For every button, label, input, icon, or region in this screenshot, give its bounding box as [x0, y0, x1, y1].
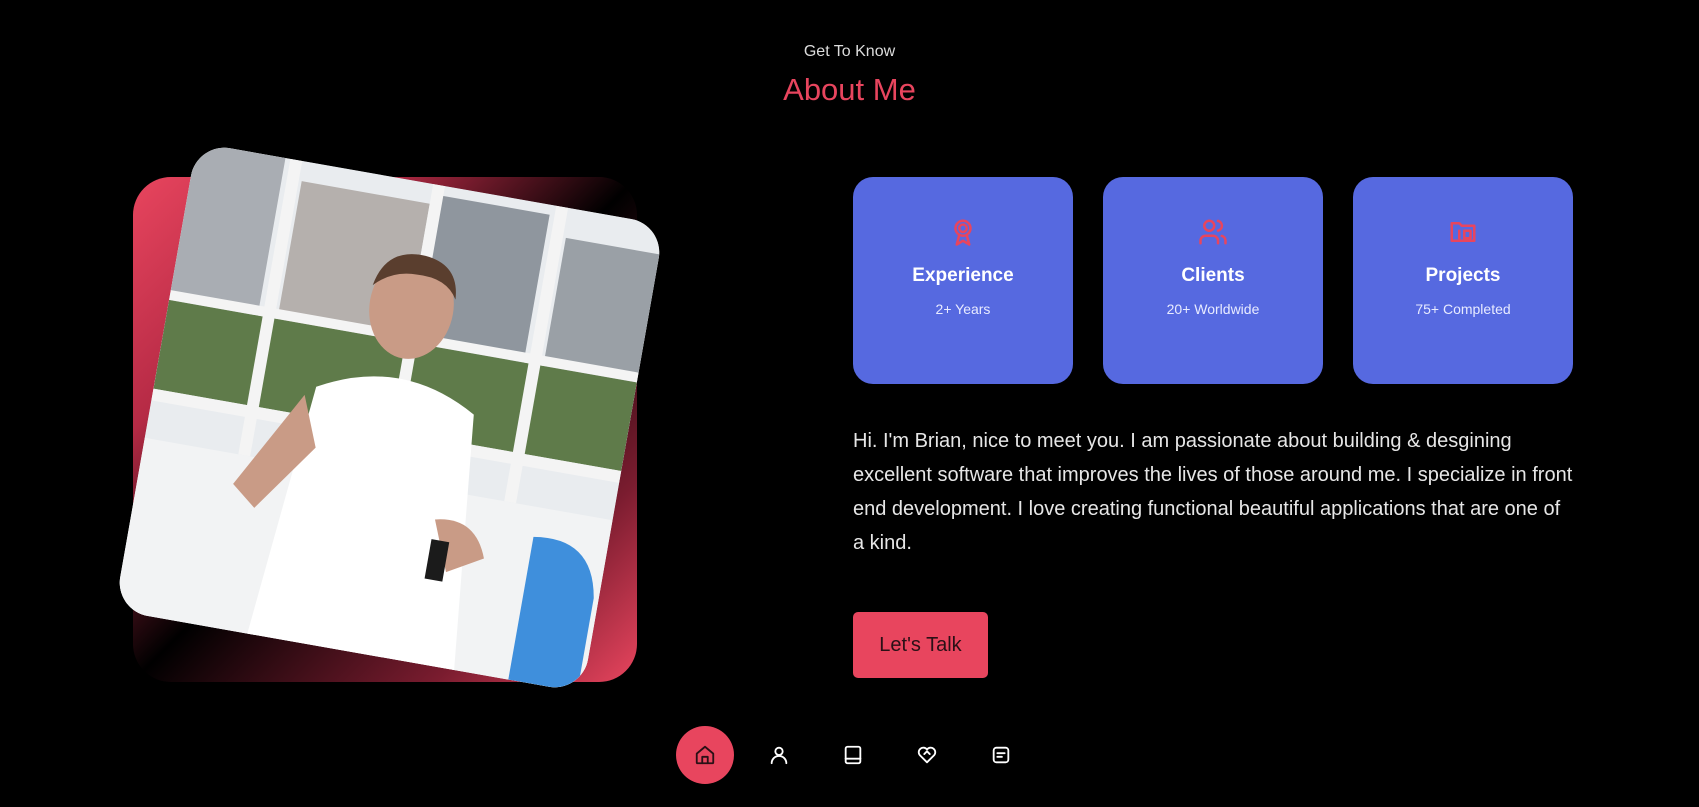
home-icon	[695, 745, 715, 765]
book-icon	[844, 745, 862, 765]
profile-photo-illustration	[114, 142, 665, 693]
message-icon	[992, 746, 1010, 764]
nav-services[interactable]	[898, 726, 956, 784]
nav-home[interactable]	[676, 726, 734, 784]
stats-cards: Experience 2+ Years Clients 20+ Worldwid…	[853, 177, 1573, 384]
nav-about[interactable]	[750, 726, 808, 784]
card-subtitle: 75+ Completed	[1415, 301, 1511, 317]
lets-talk-button[interactable]: Let's Talk	[853, 612, 988, 678]
heart-handshake-icon	[917, 746, 937, 764]
section-subtitle: Get To Know	[803, 43, 896, 60]
nav-contact[interactable]	[972, 726, 1030, 784]
card-subtitle: 20+ Worldwide	[1166, 301, 1260, 317]
nav-experience[interactable]	[824, 726, 882, 784]
card-clients: Clients 20+ Worldwide	[1103, 177, 1323, 384]
users-icon	[1199, 219, 1227, 245]
section-title: About Me	[783, 72, 916, 107]
card-subtitle: 2+ Years	[935, 301, 991, 317]
user-icon	[770, 746, 788, 765]
card-projects: Projects 75+ Completed	[1353, 177, 1573, 384]
profile-photo	[114, 142, 665, 693]
card-experience: Experience 2+ Years	[853, 177, 1073, 384]
card-title: Projects	[1425, 265, 1501, 286]
profile-photo-frame	[90, 140, 690, 730]
card-title: Experience	[912, 265, 1014, 286]
award-icon	[954, 219, 972, 246]
bio-text: Hi. I'm Brian, nice to meet you. I am pa…	[853, 430, 1573, 554]
folder-icon	[1450, 222, 1476, 242]
card-title: Clients	[1181, 265, 1245, 286]
bottom-nav	[676, 726, 1030, 784]
